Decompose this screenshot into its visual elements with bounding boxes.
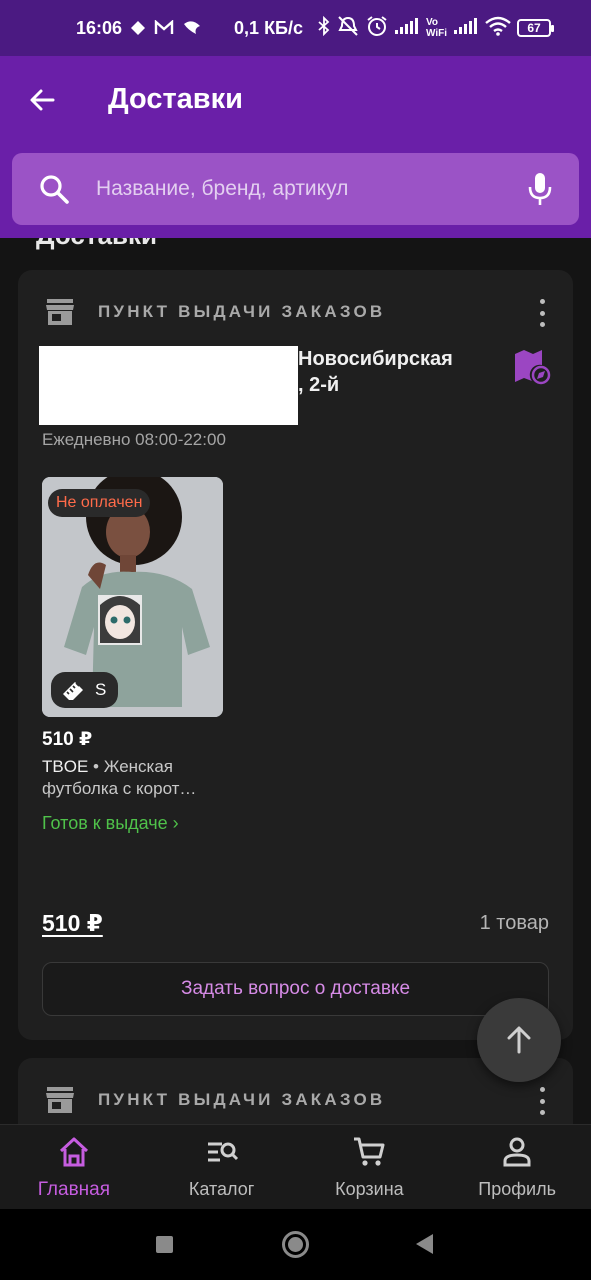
home-button[interactable]: [282, 1231, 309, 1258]
status-bar: 16:06 0,1 КБ/с Vo WiFi 67: [0, 0, 591, 56]
ready-status-link[interactable]: Готов к выдаче ›: [42, 813, 179, 834]
ruler-icon: [63, 682, 83, 700]
map-icon[interactable]: [513, 348, 551, 386]
message-icon: [182, 20, 202, 36]
wifi-icon: [485, 16, 511, 41]
store-icon: [46, 1087, 74, 1113]
signal-icon: [394, 17, 420, 40]
search-bar[interactable]: [12, 153, 579, 225]
status-time: 16:06: [76, 17, 123, 38]
arrow-up-icon: [507, 1026, 531, 1054]
network-speed: 0,1 КБ/с: [234, 17, 304, 38]
redacted-address: [39, 346, 298, 425]
size-chip: S: [51, 672, 119, 708]
mute-icon: [336, 15, 360, 42]
signal-icon-2: [453, 17, 479, 40]
nav-profile[interactable]: Профиль: [443, 1125, 591, 1209]
profile-icon: [503, 1137, 531, 1167]
pickup-address: Новосибирская , 2-й: [298, 348, 453, 396]
page-title: Доставки: [108, 83, 243, 115]
unpaid-badge: Не оплачен: [48, 489, 151, 517]
ask-question-button[interactable]: Задать вопрос о доставке: [42, 962, 549, 1016]
product-brand: TBOE: [42, 757, 89, 776]
home-icon: [59, 1137, 88, 1167]
vowifi-label: Vo WiFi: [425, 17, 447, 39]
nav-home-label: Главная: [37, 1179, 111, 1200]
nav-cart-label: Корзина: [335, 1179, 404, 1199]
section-heading: Доставки: [36, 238, 157, 251]
pickup-point-label: ПУНКТ ВЫДАЧИ ЗАКАЗОВ: [98, 1090, 386, 1109]
product-price: 510 ₽: [42, 729, 93, 750]
alarm-icon: [366, 15, 388, 42]
delivery-card: ПУНКТ ВЫДАЧИ ЗАКАЗОВ Новосибирская , 2-й…: [18, 270, 573, 1040]
order-total[interactable]: 510 ₽: [42, 910, 103, 937]
diamond-notification-icon: [130, 20, 146, 36]
recents-button[interactable]: [156, 1236, 173, 1253]
battery-indicator: 67: [517, 19, 554, 37]
product-name[interactable]: TBOE • Женская футболка с корот…: [42, 756, 232, 800]
mail-icon: [154, 20, 174, 36]
product-image[interactable]: Не оплачен S: [42, 477, 223, 717]
cart-icon: [354, 1137, 385, 1166]
bluetooth-icon: [318, 15, 330, 41]
nav-profile-label: Профиль: [478, 1179, 556, 1199]
size-value: S: [95, 680, 107, 699]
app-bar: Доставки: [0, 56, 591, 238]
back-button[interactable]: [22, 80, 62, 120]
more-options-button[interactable]: [529, 1084, 555, 1118]
catalog-search-icon: [207, 1142, 238, 1162]
items-count: 1 товар: [479, 912, 549, 934]
card-header: ПУНКТ ВЫДАЧИ ЗАКАЗОВ: [44, 1084, 385, 1116]
working-hours: Ежедневно 08:00-22:00: [42, 430, 226, 449]
nav-home[interactable]: Главная: [0, 1125, 148, 1209]
system-back-button[interactable]: [416, 1234, 433, 1254]
search-icon: [40, 175, 69, 204]
system-navigation: [0, 1209, 591, 1280]
nav-cart[interactable]: Корзина: [296, 1125, 444, 1209]
scroll-to-top-button[interactable]: [477, 998, 561, 1082]
microphone-icon[interactable]: [525, 171, 555, 207]
nav-catalog[interactable]: Каталог: [148, 1125, 296, 1209]
bottom-navigation: Главная Каталог Корзина Профиль: [0, 1124, 591, 1209]
pickup-point-label: ПУНКТ ВЫДАЧИ ЗАКАЗОВ: [98, 302, 386, 321]
deliveries-content[interactable]: Доставки ПУНКТ ВЫДАЧИ ЗАКАЗОВ Новосибирс…: [0, 238, 591, 1124]
arrow-back-icon: [30, 89, 55, 111]
store-icon: [46, 299, 74, 325]
more-options-button[interactable]: [529, 296, 555, 330]
nav-catalog-label: Каталог: [188, 1179, 255, 1199]
search-input[interactable]: [96, 177, 525, 201]
card-header: ПУНКТ ВЫДАЧИ ЗАКАЗОВ: [44, 296, 385, 328]
